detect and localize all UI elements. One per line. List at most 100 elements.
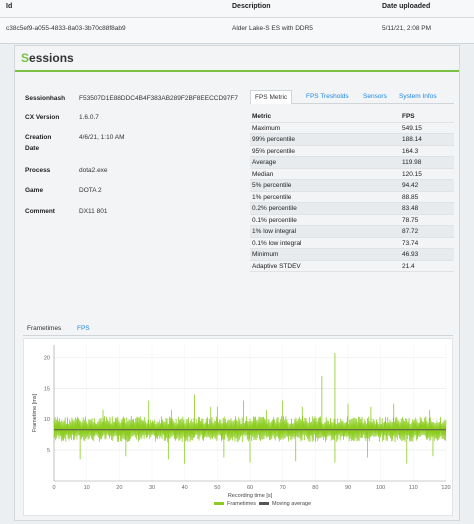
legend-moving-average-swatch bbox=[259, 502, 269, 505]
process-label: Process bbox=[25, 167, 51, 174]
tab-fps-metric[interactable]: FPS Metric bbox=[250, 90, 293, 104]
cxversion-value: 1.6.0.7 bbox=[79, 114, 99, 121]
table-row: 0.1% low integral 73.74 bbox=[250, 238, 454, 249]
metric-name: Average bbox=[252, 159, 277, 166]
metric-value: 78.75 bbox=[402, 216, 419, 224]
x-tick-label: 80 bbox=[312, 485, 318, 491]
metric-value: 549.15 bbox=[402, 124, 422, 132]
column-header-description[interactable]: Description bbox=[232, 3, 271, 10]
tab-sensors[interactable]: Sensors bbox=[363, 90, 387, 104]
table-row: Median 120.15 bbox=[250, 169, 454, 180]
metric-name: Minimum bbox=[252, 251, 279, 258]
legend-frametimes-swatch bbox=[214, 502, 224, 505]
chart-tabs: Frametimes FPS bbox=[23, 322, 453, 336]
tab-frametimes[interactable]: Frametimes bbox=[27, 322, 61, 336]
x-tick-label: 90 bbox=[345, 485, 351, 491]
legend-frametimes-label: Frametimes bbox=[227, 501, 256, 507]
x-tick-label: 40 bbox=[182, 485, 188, 491]
session-row-id[interactable]: c38c5ef9-a055-4833-8a03-3b70c88f8ab9 bbox=[6, 25, 126, 32]
sessionhash-value: F53507D1E88DDC4B4F383AB289F2BF8EECCD97F7 bbox=[79, 95, 238, 102]
header-divider bbox=[0, 17, 474, 18]
table-row: 1% percentile 88.85 bbox=[250, 192, 454, 203]
title-accent-letter: S bbox=[21, 51, 30, 65]
creation-label-line1: Creation bbox=[25, 134, 52, 141]
comment-value: DX11 801 bbox=[79, 208, 108, 215]
x-tick-label: 120 bbox=[441, 485, 450, 491]
column-header-id[interactable]: Id bbox=[6, 3, 12, 10]
metric-name: 0.1% low integral bbox=[252, 239, 302, 247]
metric-value: 88.85 bbox=[402, 193, 419, 201]
metric-value: 87.72 bbox=[402, 228, 419, 235]
x-axis-label: Recording time [s] bbox=[228, 493, 273, 499]
metric-name: 0.1% percentile bbox=[252, 216, 297, 224]
metric-value: 119.98 bbox=[402, 159, 422, 166]
title-text: essions bbox=[29, 51, 74, 65]
comment-label: Comment bbox=[25, 208, 55, 215]
table-row: Maximum 549.15 bbox=[250, 123, 454, 134]
metric-value: 164.3 bbox=[402, 147, 419, 155]
fps-metric-table: Metric FPS Maximum 549.15 99% percentile 1… bbox=[250, 111, 454, 272]
metric-value: 83.48 bbox=[402, 205, 419, 212]
metric-value: 94.42 bbox=[402, 182, 419, 189]
tab-fps[interactable]: FPS bbox=[77, 322, 90, 336]
table-row: 0.1% percentile 78.75 bbox=[250, 215, 454, 226]
sessionhash-label: Sessionhash bbox=[25, 95, 66, 102]
metric-value: 46.93 bbox=[402, 251, 419, 258]
metric-value: 73.74 bbox=[402, 239, 419, 247]
creation-value: 4/6/21, 1:10 AM bbox=[79, 134, 125, 141]
table-row: Minimum 46.93 bbox=[250, 249, 454, 261]
frametime-chart-svg: 5 10 15 20 0 10 20 30 40 50 60 70 80 90 100 110 120 Recor… bbox=[32, 345, 451, 507]
x-tick-label: 30 bbox=[149, 485, 155, 491]
metric-tabs: FPS Metric FPS Tresholds Sensors System … bbox=[250, 90, 454, 104]
metric-value: 120.15 bbox=[402, 170, 422, 178]
session-row-date[interactable]: 5/11/21, 2:08 PM bbox=[382, 25, 431, 32]
table-row: 1% low integral 87.72 bbox=[250, 226, 454, 238]
table-header-row: Metric FPS bbox=[250, 111, 454, 123]
table-row: 95% percentile 164.3 bbox=[250, 146, 454, 157]
metric-name: Maximum bbox=[252, 124, 281, 132]
sessions-header: Sessions bbox=[15, 46, 459, 72]
metric-name: Median bbox=[252, 170, 274, 178]
x-tick-label: 20 bbox=[116, 485, 122, 491]
process-value: dota2.exe bbox=[79, 167, 108, 174]
metric-name: 1% percentile bbox=[252, 193, 292, 201]
metric-name: 1% low integral bbox=[252, 228, 297, 235]
metric-name: 0.2% percentile bbox=[252, 205, 297, 212]
y-tick-label: 10 bbox=[44, 417, 50, 423]
x-tick-label: 110 bbox=[409, 485, 418, 491]
x-tick-label: 60 bbox=[247, 485, 253, 491]
frametime-chart: 5 10 15 20 0 10 20 30 40 50 60 70 80 90 100 110 120 Recor… bbox=[23, 338, 453, 516]
table-row: 99% percentile 188.14 bbox=[250, 134, 454, 146]
x-tick-label: 70 bbox=[280, 485, 286, 491]
creation-label-line2: Date bbox=[25, 145, 40, 152]
cxversion-label: CX Version bbox=[25, 114, 60, 121]
game-label: Game bbox=[25, 187, 44, 194]
metric-name: 95% percentile bbox=[252, 147, 295, 155]
y-tick-label: 20 bbox=[44, 355, 50, 361]
table-row: Average 119.98 bbox=[250, 157, 454, 169]
metric-value: 21.4 bbox=[402, 262, 415, 270]
fps-column-header: FPS bbox=[402, 113, 415, 120]
sessions-list-table: Id Description Date uploaded c38c5ef9-a0… bbox=[0, 0, 474, 44]
tab-fps-tresholds[interactable]: FPS Tresholds bbox=[306, 90, 349, 104]
table-row: 5% percentile 94.42 bbox=[250, 180, 454, 192]
legend-moving-average-label: Moving average bbox=[272, 501, 311, 507]
x-tick-label: 10 bbox=[84, 485, 90, 491]
metric-name: 5% percentile bbox=[252, 182, 292, 189]
y-axis-label: Frametime [ms] bbox=[32, 393, 38, 432]
y-tick-label: 15 bbox=[44, 386, 50, 392]
sessions-panel: Sessions Sessionhash F53507D1E88DDC4B4F3… bbox=[14, 45, 460, 521]
metric-column-header: Metric bbox=[252, 113, 272, 120]
game-value: DOTA 2 bbox=[79, 187, 102, 194]
x-tick-label: 50 bbox=[214, 485, 220, 491]
column-header-date[interactable]: Date uploaded bbox=[382, 3, 430, 10]
metric-name: Adaptive STDEV bbox=[252, 262, 301, 270]
table-row: Adaptive STDEV 21.4 bbox=[250, 261, 454, 272]
page-title: Sessions bbox=[21, 51, 74, 65]
y-tick-label: 5 bbox=[47, 448, 50, 454]
metric-value: 188.14 bbox=[402, 136, 422, 143]
table-row: 0.2% percentile 83.48 bbox=[250, 203, 454, 215]
tab-system-infos[interactable]: System Infos bbox=[399, 90, 437, 104]
session-row-description[interactable]: Alder Lake-S ES with DDR5 bbox=[232, 25, 313, 32]
x-tick-label: 100 bbox=[376, 485, 385, 491]
